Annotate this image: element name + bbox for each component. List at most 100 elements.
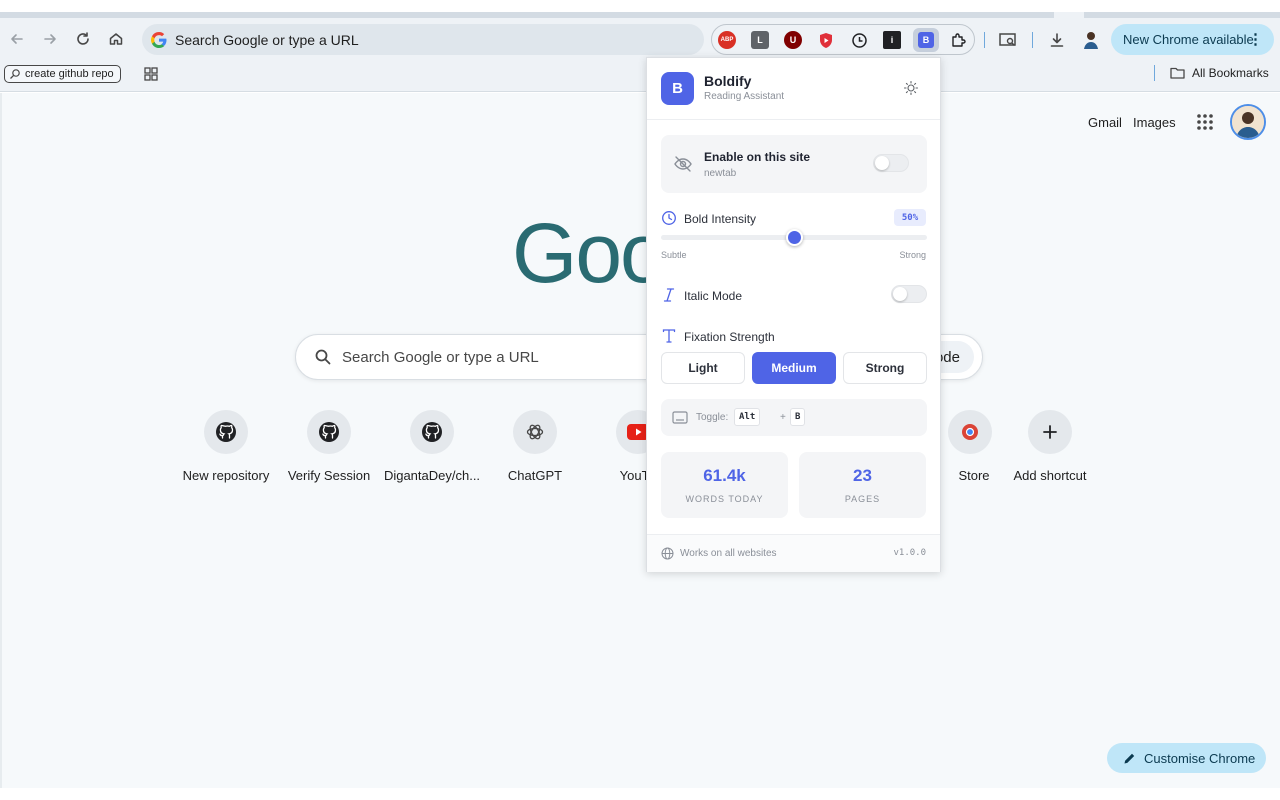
shortcut-tile[interactable]: ChatGPT	[483, 410, 587, 490]
tab-search-icon[interactable]	[998, 30, 1018, 50]
github-icon	[410, 410, 454, 454]
version-label: v1.0.0	[893, 548, 926, 558]
key-alt: Alt	[734, 408, 761, 426]
back-icon[interactable]	[6, 28, 28, 50]
bold-intensity-label: Bold Intensity	[684, 212, 757, 226]
add-shortcut-tile[interactable]: Add shortcut	[998, 410, 1102, 490]
clock-extension-icon[interactable]	[850, 31, 868, 49]
shortcut-hint: Toggle: Alt + B	[661, 399, 927, 436]
words-today-caption: WORDS TODAY	[685, 494, 764, 504]
intensity-value-badge: 50%	[894, 209, 926, 226]
toolbar-separator	[984, 32, 985, 48]
address-bar-text: Search Google or type a URL	[175, 31, 359, 48]
chatgpt-icon	[513, 410, 557, 454]
boldify-extension-icon: B	[918, 32, 934, 48]
google-logo: Goo	[512, 206, 667, 300]
popup-header: B Boldify Reading Assistant	[647, 58, 940, 120]
boldify-popup: B Boldify Reading Assistant Enable on th…	[646, 57, 941, 572]
all-bookmarks-button[interactable]: All Bookmarks	[1170, 66, 1269, 80]
address-bar[interactable]: Search Google or type a URL	[142, 24, 704, 55]
search-icon	[10, 69, 20, 79]
plus-icon	[1028, 410, 1072, 454]
bookmark-label: create github repo	[25, 68, 114, 80]
enable-site-card: Enable on this site newtab	[661, 135, 927, 193]
boldify-logo: B	[661, 72, 694, 105]
github-icon	[204, 410, 248, 454]
enable-site-toggle[interactable]	[873, 154, 909, 172]
type-icon	[662, 329, 676, 343]
apps-grid-icon[interactable]	[143, 66, 159, 82]
clock-icon	[662, 211, 676, 225]
chrome-menu-icon[interactable]: ⋮	[1248, 30, 1263, 48]
italic-mode-label: Italic Mode	[684, 289, 743, 303]
home-icon[interactable]	[105, 28, 127, 50]
download-icon[interactable]	[1047, 30, 1067, 50]
pages-caption: PAGES	[844, 494, 881, 504]
hint-label: Toggle:	[696, 412, 729, 423]
fixation-light-button[interactable]: Light	[661, 352, 745, 384]
page-left-edge	[0, 93, 2, 788]
bookmarks-separator	[1154, 65, 1155, 81]
eye-off-icon	[674, 156, 692, 172]
window-bottom-edge	[0, 788, 1280, 800]
keyboard-icon	[672, 411, 688, 424]
new-chrome-available-button[interactable]: New Chrome available ⋮	[1111, 24, 1274, 55]
github-icon	[307, 410, 351, 454]
browser-toolbar: Search Google or type a URL ABP L U i B …	[0, 18, 1280, 60]
italic-icon	[663, 288, 675, 302]
shortcut-tile[interactable]: New repository	[174, 410, 278, 490]
slider-handle[interactable]	[785, 229, 803, 246]
images-link[interactable]: Images	[1133, 115, 1176, 130]
search-icon	[315, 349, 331, 365]
popup-footer: Works on all websites v1.0.0	[647, 534, 940, 572]
reload-icon[interactable]	[72, 28, 94, 50]
shortcut-label: Add shortcut	[1013, 468, 1087, 483]
sun-icon[interactable]	[903, 80, 919, 96]
enable-site-title: Enable on this site	[704, 150, 811, 164]
fixation-strong-button[interactable]: Strong	[843, 352, 927, 384]
shield-extension-icon[interactable]	[817, 31, 835, 49]
toggle-knob	[893, 287, 907, 301]
slider-min-label: Subtle	[661, 250, 687, 260]
ublock-extension-icon[interactable]: U	[784, 31, 802, 49]
footer-text: Works on all websites	[680, 548, 777, 559]
account-avatar[interactable]	[1230, 104, 1266, 140]
profile-avatar-small[interactable]	[1081, 30, 1101, 50]
l-extension-icon[interactable]: L	[751, 31, 769, 49]
shortcut-tile[interactable]: Verify Session	[277, 410, 381, 490]
shortcut-tile[interactable]: DigantaDey/ch...	[380, 410, 484, 490]
fixation-medium-button[interactable]: Medium	[752, 352, 836, 384]
fixation-strength-label: Fixation Strength	[684, 330, 775, 344]
customise-chrome-label: Customise Chrome	[1144, 750, 1256, 766]
bookmark-create-github-repo[interactable]: create github repo	[4, 65, 121, 83]
info-extension-icon[interactable]: i	[883, 31, 901, 49]
pages-value: 23	[853, 466, 872, 485]
shortcut-label: ChatGPT	[507, 468, 563, 483]
folder-icon	[1170, 67, 1185, 79]
gmail-link[interactable]: Gmail	[1088, 115, 1122, 130]
extensions-strip: ABP L U i B	[711, 24, 975, 55]
search-placeholder: Search Google or type a URL	[342, 349, 539, 366]
boldify-extension-button[interactable]: B	[913, 28, 939, 52]
enable-site-name: newtab	[704, 168, 737, 179]
popup-title: Boldify	[704, 73, 752, 89]
customise-chrome-button[interactable]: Customise Chrome	[1107, 743, 1266, 773]
words-today-value: 61.4k	[703, 466, 746, 485]
shortcut-label: New repository	[182, 468, 270, 483]
italic-mode-toggle[interactable]	[891, 285, 927, 303]
adblock-plus-extension-icon[interactable]: ABP	[718, 31, 736, 49]
bookmarks-bar: create github repo All Bookmarks	[0, 60, 1280, 92]
hint-plus: +	[780, 412, 786, 423]
toolbar-separator-2	[1032, 32, 1033, 48]
new-chrome-label: New Chrome available	[1123, 32, 1254, 47]
key-b: B	[790, 408, 806, 426]
chrome-web-store-icon	[948, 410, 992, 454]
shortcut-label: DigantaDey/ch...	[383, 468, 481, 483]
google-g-icon	[151, 31, 167, 48]
popup-subtitle: Reading Assistant	[704, 91, 785, 102]
pencil-icon	[1124, 753, 1135, 763]
google-apps-icon[interactable]	[1196, 113, 1214, 131]
extensions-puzzle-icon[interactable]	[949, 31, 967, 49]
pages-stat: 23 PAGES	[799, 452, 926, 518]
forward-icon[interactable]	[39, 28, 61, 50]
